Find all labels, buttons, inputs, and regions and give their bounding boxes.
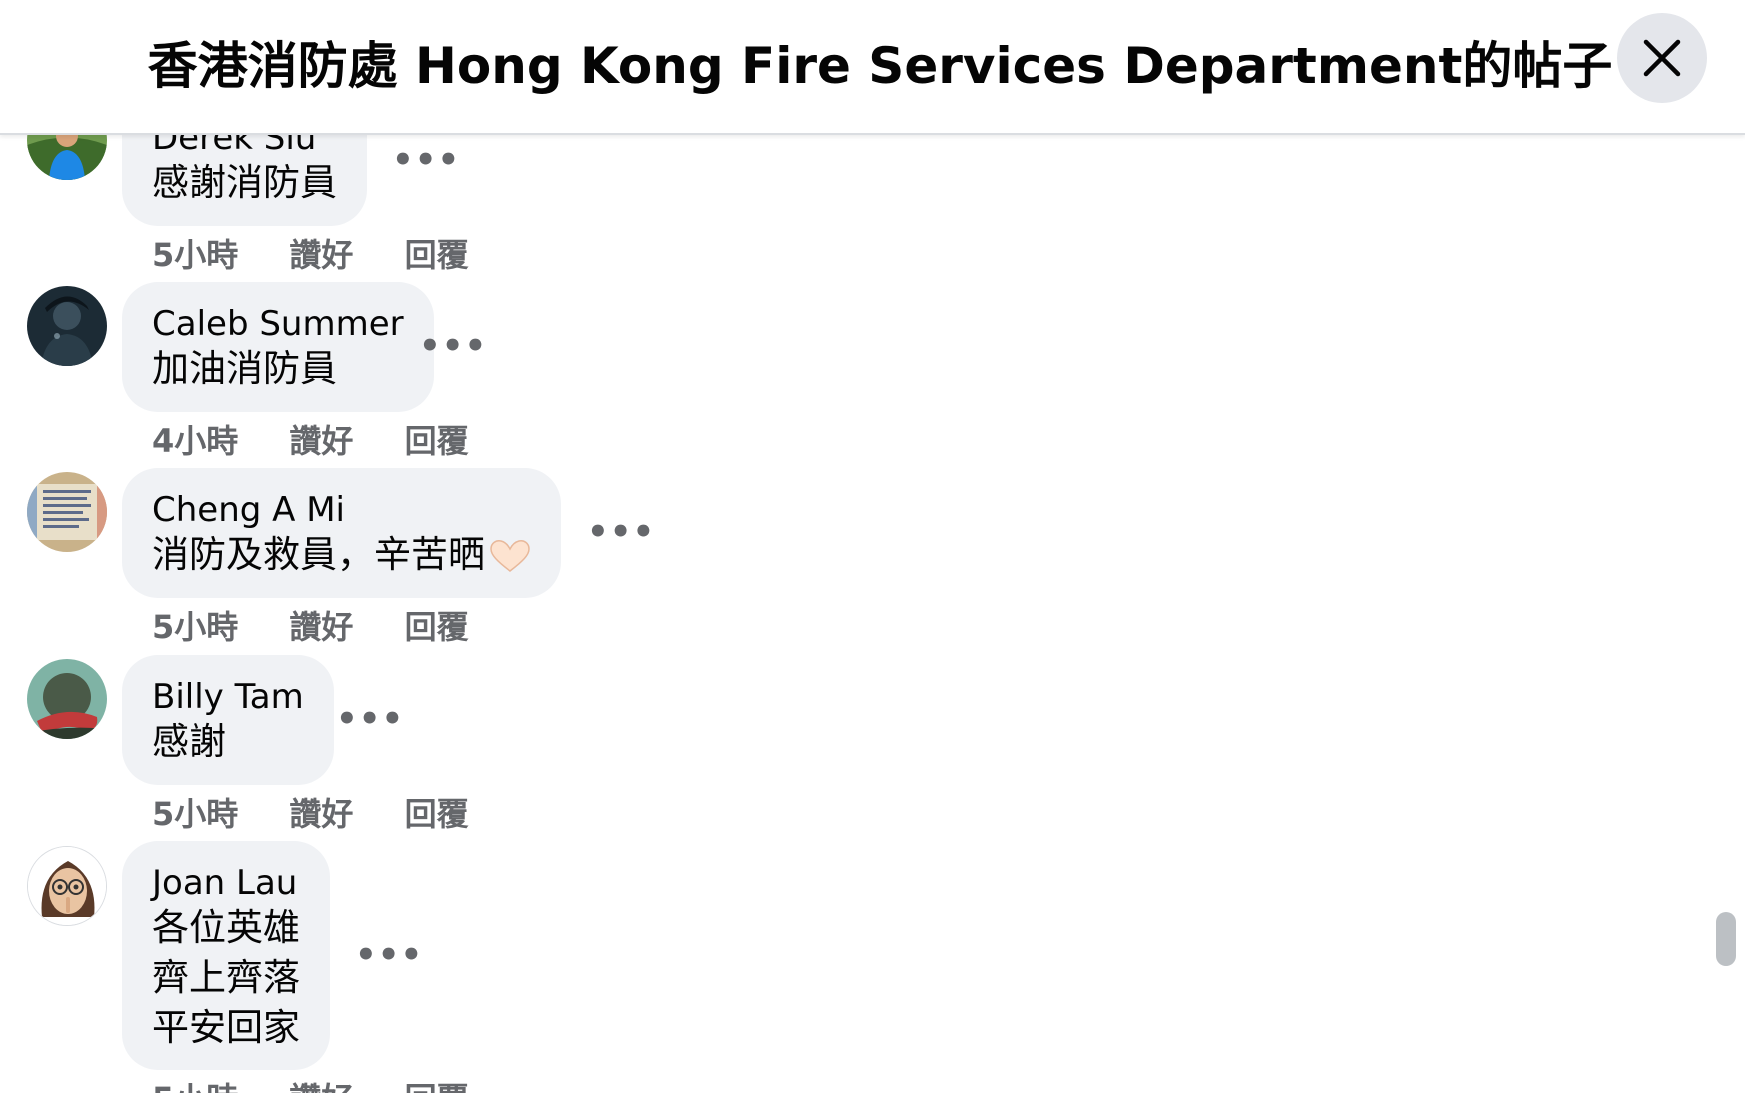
like-button[interactable]: 讚好 [289,230,353,276]
comment-text-line: 平安回家 [152,1006,300,1049]
dialog-title: 香港消防處 Hong Kong Fire Services Department… [147,37,1613,95]
heart-hands-emoji-icon [489,536,531,586]
comment-author[interactable]: Cheng A Mi [152,490,531,530]
comment-actions: 4小時 讚好 回覆 [152,416,469,462]
more-options-icon[interactable]: ••• [392,143,459,180]
comment-text: 加油消防員 [152,347,337,390]
comment-time[interactable]: 5小時 [152,789,238,835]
reply-button[interactable]: 回覆 [405,1074,469,1093]
close-button[interactable] [1617,13,1707,103]
scrollbar-thumb[interactable] [1716,912,1736,966]
comment-bubble: Joan Lau 各位英雄 齊上齊落 平安回家 [122,841,330,1070]
close-icon [1643,39,1681,77]
comment-time[interactable]: 5小時 [152,602,238,648]
comment-time[interactable]: 5小時 [152,1074,238,1093]
more-options-icon[interactable]: ••• [336,702,403,739]
more-options-icon[interactable]: ••• [587,515,654,552]
like-button[interactable]: 讚好 [289,602,353,648]
comments-list: Derek Siu 感謝消防員 ••• 5小時 讚好 回覆 Caleb Summ… [0,0,1745,1093]
comment-actions: 5小時 讚好 回覆 [152,789,469,835]
avatar[interactable] [27,846,107,926]
reply-button[interactable]: 回覆 [405,230,469,276]
comment-time[interactable]: 4小時 [152,416,238,462]
comment-actions: 5小時 讚好 回覆 [152,602,469,648]
comment-text: 感謝消防員 [152,161,337,204]
comment-bubble: Caleb Summer 加油消防員 [122,282,434,412]
comment-text: 感謝 [152,720,226,763]
comment-bubble: Cheng A Mi 消防及救員，辛苦晒 [122,468,561,598]
comment-time[interactable]: 5小時 [152,230,238,276]
more-options-icon[interactable]: ••• [355,938,422,975]
avatar[interactable] [27,659,107,739]
avatar[interactable] [27,286,107,366]
like-button[interactable]: 讚好 [289,416,353,462]
comment-actions: 5小時 讚好 回覆 [152,1074,469,1093]
comment-actions: 5小時 讚好 回覆 [152,230,469,276]
like-button[interactable]: 讚好 [289,789,353,835]
reply-button[interactable]: 回覆 [405,602,469,648]
comment-text: 消防及救員，辛苦晒 [152,530,531,586]
avatar[interactable] [27,472,107,552]
comment-bubble: Billy Tam 感謝 [122,655,334,785]
reply-button[interactable]: 回覆 [405,416,469,462]
dialog-header: 香港消防處 Hong Kong Fire Services Department… [0,0,1745,135]
comment-text-line: 齊上齊落 [152,956,300,999]
reply-button[interactable]: 回覆 [405,789,469,835]
comment-author[interactable]: Joan Lau [152,863,300,903]
like-button[interactable]: 讚好 [289,1074,353,1093]
comment-text-line: 各位英雄 [152,906,300,949]
more-options-icon[interactable]: ••• [419,329,486,366]
comment-author[interactable]: Caleb Summer [152,304,404,344]
comment-author[interactable]: Billy Tam [152,677,304,717]
